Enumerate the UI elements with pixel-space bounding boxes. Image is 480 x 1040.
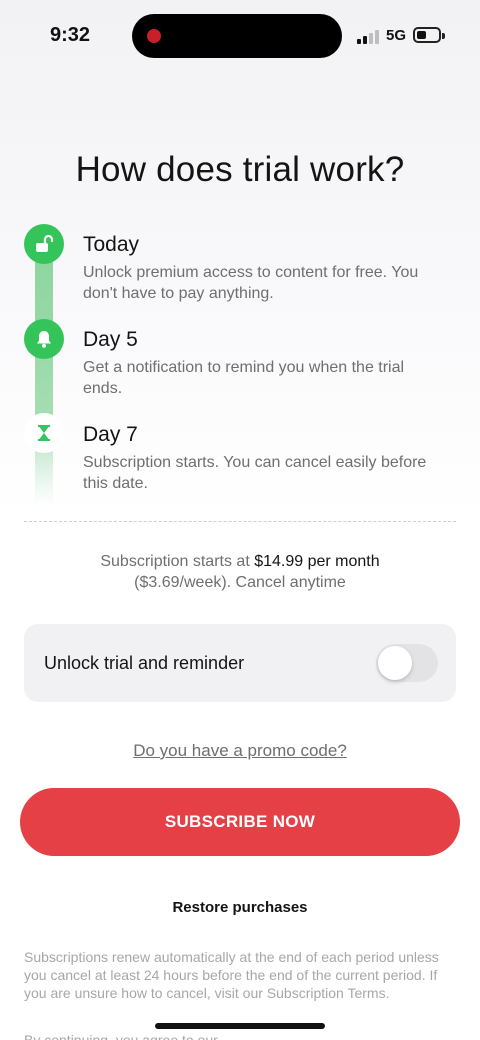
network-type: 5G	[386, 27, 407, 44]
status-time: 9:32	[50, 24, 91, 46]
toggle-knob	[378, 646, 412, 680]
promo-code-link[interactable]: Do you have a promo code?	[0, 741, 480, 761]
trial-reminder-toggle[interactable]	[376, 644, 438, 682]
step-title-today: Today	[83, 233, 140, 256]
hourglass-icon	[24, 413, 64, 453]
subscribe-button-label: SUBSCRIBE NOW	[164, 812, 316, 831]
step-title-day7: Day 7	[83, 423, 138, 446]
trial-reminder-card[interactable]: Unlock trial and reminder	[24, 624, 456, 702]
step-title-day5: Day 5	[83, 328, 138, 351]
restore-purchases-link[interactable]: Restore purchases	[0, 899, 480, 916]
unlock-icon	[24, 224, 64, 264]
bell-icon	[24, 319, 64, 359]
dashed-divider	[24, 521, 456, 522]
dynamic-island	[132, 14, 342, 58]
paywall-screen: 9:32 5G How does trial work? Today Unloc…	[0, 0, 480, 1040]
legal-text-continued: By continuing, you agree to our	[24, 1032, 218, 1040]
timeline-rail	[35, 245, 53, 505]
recording-indicator-icon	[147, 29, 161, 43]
step-desc-day5: Get a notification to remind you when th…	[83, 359, 405, 397]
step-desc-day7: Subscription starts. You can cancel easi…	[83, 454, 427, 492]
trial-reminder-label: Unlock trial and reminder	[44, 653, 245, 673]
pricing-amount: $14.99 per month	[254, 553, 380, 570]
legal-text: Subscriptions renew automatically at the…	[24, 949, 439, 1001]
home-indicator[interactable]	[155, 1023, 325, 1029]
page-title: How does trial work?	[75, 150, 405, 189]
subscribe-button[interactable]: SUBSCRIBE NOW	[20, 788, 460, 856]
status-bar: 9:32 5G	[0, 0, 480, 72]
pricing-prefix: Subscription starts at	[100, 553, 255, 570]
pricing-weekly: ($3.69/week). Cancel anytime	[134, 574, 346, 591]
signal-icon	[357, 28, 379, 44]
battery-icon	[413, 27, 445, 43]
step-desc-today: Unlock premium access to content for fre…	[83, 264, 419, 302]
pricing-info: Subscription starts at $14.99 per month …	[0, 551, 480, 593]
